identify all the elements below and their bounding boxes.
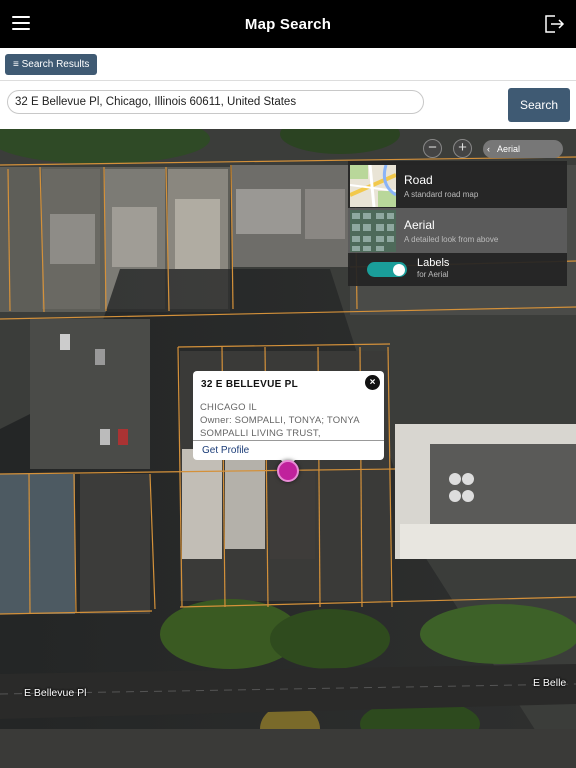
popup-owner-line: Owner: SOMPALLI, TONYA; TONYA [200, 415, 360, 426]
popup-title: 32 E BELLEVUE PL [201, 379, 299, 390]
logout-icon[interactable] [542, 12, 566, 36]
street-label: E Bellevue Pl [24, 687, 87, 699]
labels-title: Labels [417, 257, 450, 269]
map-pin-icon[interactable] [277, 460, 299, 482]
layer-title-aerial: Aerial [404, 218, 435, 232]
address-search-input[interactable] [7, 90, 424, 114]
get-profile-link[interactable]: Get Profile [202, 445, 249, 456]
layer-subtitle-road: A standard road map [404, 190, 479, 199]
aerial-map-thumbnail [350, 210, 396, 252]
results-bar: ≡ Search Results [0, 48, 576, 81]
layer-title-road: Road [404, 173, 433, 187]
popup-owner-line: SOMPALLI LIVING TRUST, [200, 428, 321, 439]
popup-divider [193, 440, 384, 441]
layer-subtitle-aerial: A detailed look from above [404, 235, 499, 244]
toggle-knob [393, 263, 405, 276]
street-label: E Belle [533, 677, 567, 689]
layer-option-road[interactable]: Road A standard road map [348, 163, 567, 208]
layer-toggle-label: Aerial [497, 144, 521, 154]
zoom-in-button[interactable]: + [453, 139, 472, 158]
labels-toggle[interactable] [367, 262, 407, 277]
hamburger-menu-icon[interactable] [12, 16, 30, 30]
chevron-left-icon: ‹ [487, 144, 490, 154]
labels-subtitle: for Aerial [417, 270, 449, 279]
page-title: Map Search [244, 15, 332, 33]
app-header: Map Search [0, 0, 576, 48]
search-bar: Search [0, 81, 576, 129]
search-button[interactable]: Search [508, 88, 570, 122]
popup-city: CHICAGO IL [200, 402, 257, 413]
layer-panel: Road A standard road map Aerial A detail… [348, 161, 567, 286]
close-icon[interactable]: × [365, 375, 380, 390]
layer-option-aerial[interactable]: Aerial A detailed look from above [348, 208, 567, 253]
zoom-out-button[interactable]: − [423, 139, 442, 158]
layer-toggle-button[interactable]: ‹ Aerial [483, 140, 563, 158]
road-map-thumbnail [350, 165, 396, 207]
labels-row: Labels for Aerial [348, 253, 567, 286]
property-popup: 32 E BELLEVUE PL × CHICAGO IL Owner: SOM… [193, 371, 384, 460]
search-results-button[interactable]: ≡ Search Results [5, 54, 98, 75]
